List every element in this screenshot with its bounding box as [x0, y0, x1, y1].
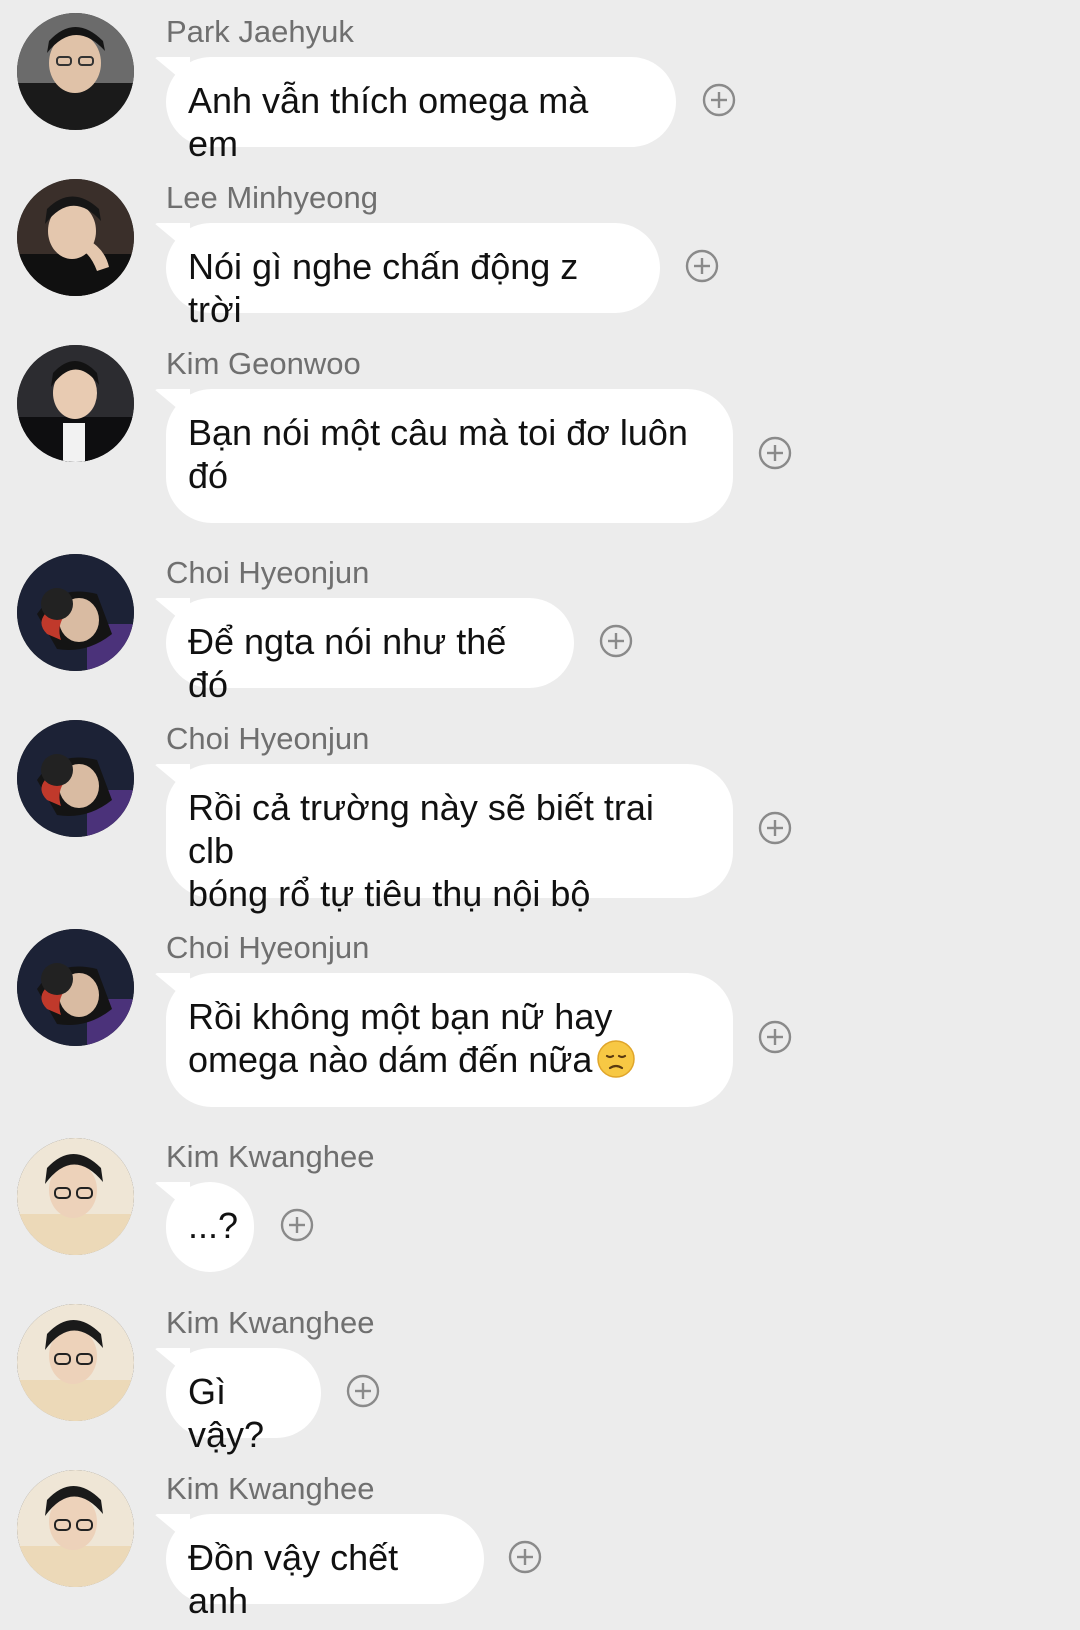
chat-message: Choi Hyeonjun Rồi cả trường này sẽ biết …: [0, 707, 1080, 914]
message-text: ...?: [188, 1205, 239, 1246]
message-text: Rồi cả trường này sẽ biết trai clb bóng …: [188, 787, 654, 914]
message-bubble[interactable]: Rồi không một bạn nữ hay omega nào dám đ…: [166, 973, 733, 1107]
avatar-lee-minhyeong[interactable]: [17, 179, 134, 296]
avatar-choi-hyeonjun[interactable]: [17, 929, 134, 1046]
avatar-choi-hyeonjun[interactable]: [17, 720, 134, 837]
message-bubble[interactable]: Nói gì nghe chấn động z trời: [166, 223, 660, 330]
sender-name: Kim Geonwoo: [166, 346, 361, 381]
chat-message: Lee Minhyeong Nói gì nghe chấn động z tr…: [0, 166, 1080, 330]
chat-message: Choi Hyeonjun Rồi không một bạn nữ hay o…: [0, 916, 1080, 1116]
plus-circle-icon[interactable]: [702, 83, 736, 117]
plus-circle-icon[interactable]: [758, 1020, 792, 1054]
chat-message: Park Jaehyuk Anh vẫn thích omega mà em: [0, 0, 1080, 164]
sender-name: Kim Kwanghee: [166, 1305, 375, 1340]
avatar-kim-kwanghee[interactable]: [17, 1138, 134, 1255]
avatar-park-jaehyuk[interactable]: [17, 13, 134, 130]
sender-name: Kim Kwanghee: [166, 1471, 375, 1506]
chat-message: Kim Kwanghee Gì vậy?: [0, 1291, 1080, 1455]
message-bubble[interactable]: Anh vẫn thích omega mà em: [166, 57, 676, 164]
message-text: Đồn vậy chết anh: [188, 1537, 399, 1621]
message-bubble[interactable]: Đồn vậy chết anh: [166, 1514, 484, 1621]
sender-name: Kim Kwanghee: [166, 1139, 375, 1174]
plus-circle-icon[interactable]: [280, 1208, 314, 1242]
message-bubble[interactable]: Để ngta nói như thế đó: [166, 598, 574, 705]
chat-message: Choi Hyeonjun Để ngta nói như thế đó: [0, 541, 1080, 705]
chat-message: Kim Kwanghee ...?: [0, 1125, 1080, 1285]
plus-circle-icon[interactable]: [346, 1374, 380, 1408]
avatar-kim-kwanghee[interactable]: [17, 1304, 134, 1421]
sender-name: Choi Hyeonjun: [166, 930, 370, 965]
message-text: Nói gì nghe chấn động z trời: [188, 246, 579, 330]
message-bubble[interactable]: ...?: [166, 1182, 254, 1272]
chat-message-list[interactable]: Park Jaehyuk Anh vẫn thích omega mà em L…: [0, 0, 1080, 1630]
avatar-kim-kwanghee[interactable]: [17, 1470, 134, 1587]
message-bubble[interactable]: Bạn nói một câu mà toi đơ luôn đó: [166, 389, 733, 523]
sender-name: Lee Minhyeong: [166, 180, 378, 215]
message-bubble[interactable]: Rồi cả trường này sẽ biết trai clb bóng …: [166, 764, 733, 914]
message-text: Để ngta nói như thế đó: [188, 621, 507, 705]
plus-circle-icon[interactable]: [758, 436, 792, 470]
avatar-choi-hyeonjun[interactable]: [17, 554, 134, 671]
message-bubble[interactable]: Gì vậy?: [166, 1348, 321, 1455]
plus-circle-icon[interactable]: [685, 249, 719, 283]
sender-name: Choi Hyeonjun: [166, 721, 370, 756]
avatar-kim-geonwoo[interactable]: [17, 345, 134, 462]
message-text: Anh vẫn thích omega mà em: [188, 80, 589, 164]
message-text: Gì vậy?: [188, 1371, 265, 1455]
sender-name: Park Jaehyuk: [166, 14, 354, 49]
plus-circle-icon[interactable]: [508, 1540, 542, 1574]
sender-name: Choi Hyeonjun: [166, 555, 370, 590]
message-text: Bạn nói một câu mà toi đơ luôn đó: [188, 412, 688, 496]
plus-circle-icon[interactable]: [599, 624, 633, 658]
plus-circle-icon[interactable]: [758, 811, 792, 845]
disappointed-face-icon: [596, 1039, 636, 1079]
message-text: Rồi không một bạn nữ hay omega nào dám đ…: [188, 996, 613, 1080]
chat-message: Kim Kwanghee Đồn vậy chết anh: [0, 1457, 1080, 1621]
chat-message: Kim Geonwoo Bạn nói một câu mà toi đơ lu…: [0, 332, 1080, 532]
